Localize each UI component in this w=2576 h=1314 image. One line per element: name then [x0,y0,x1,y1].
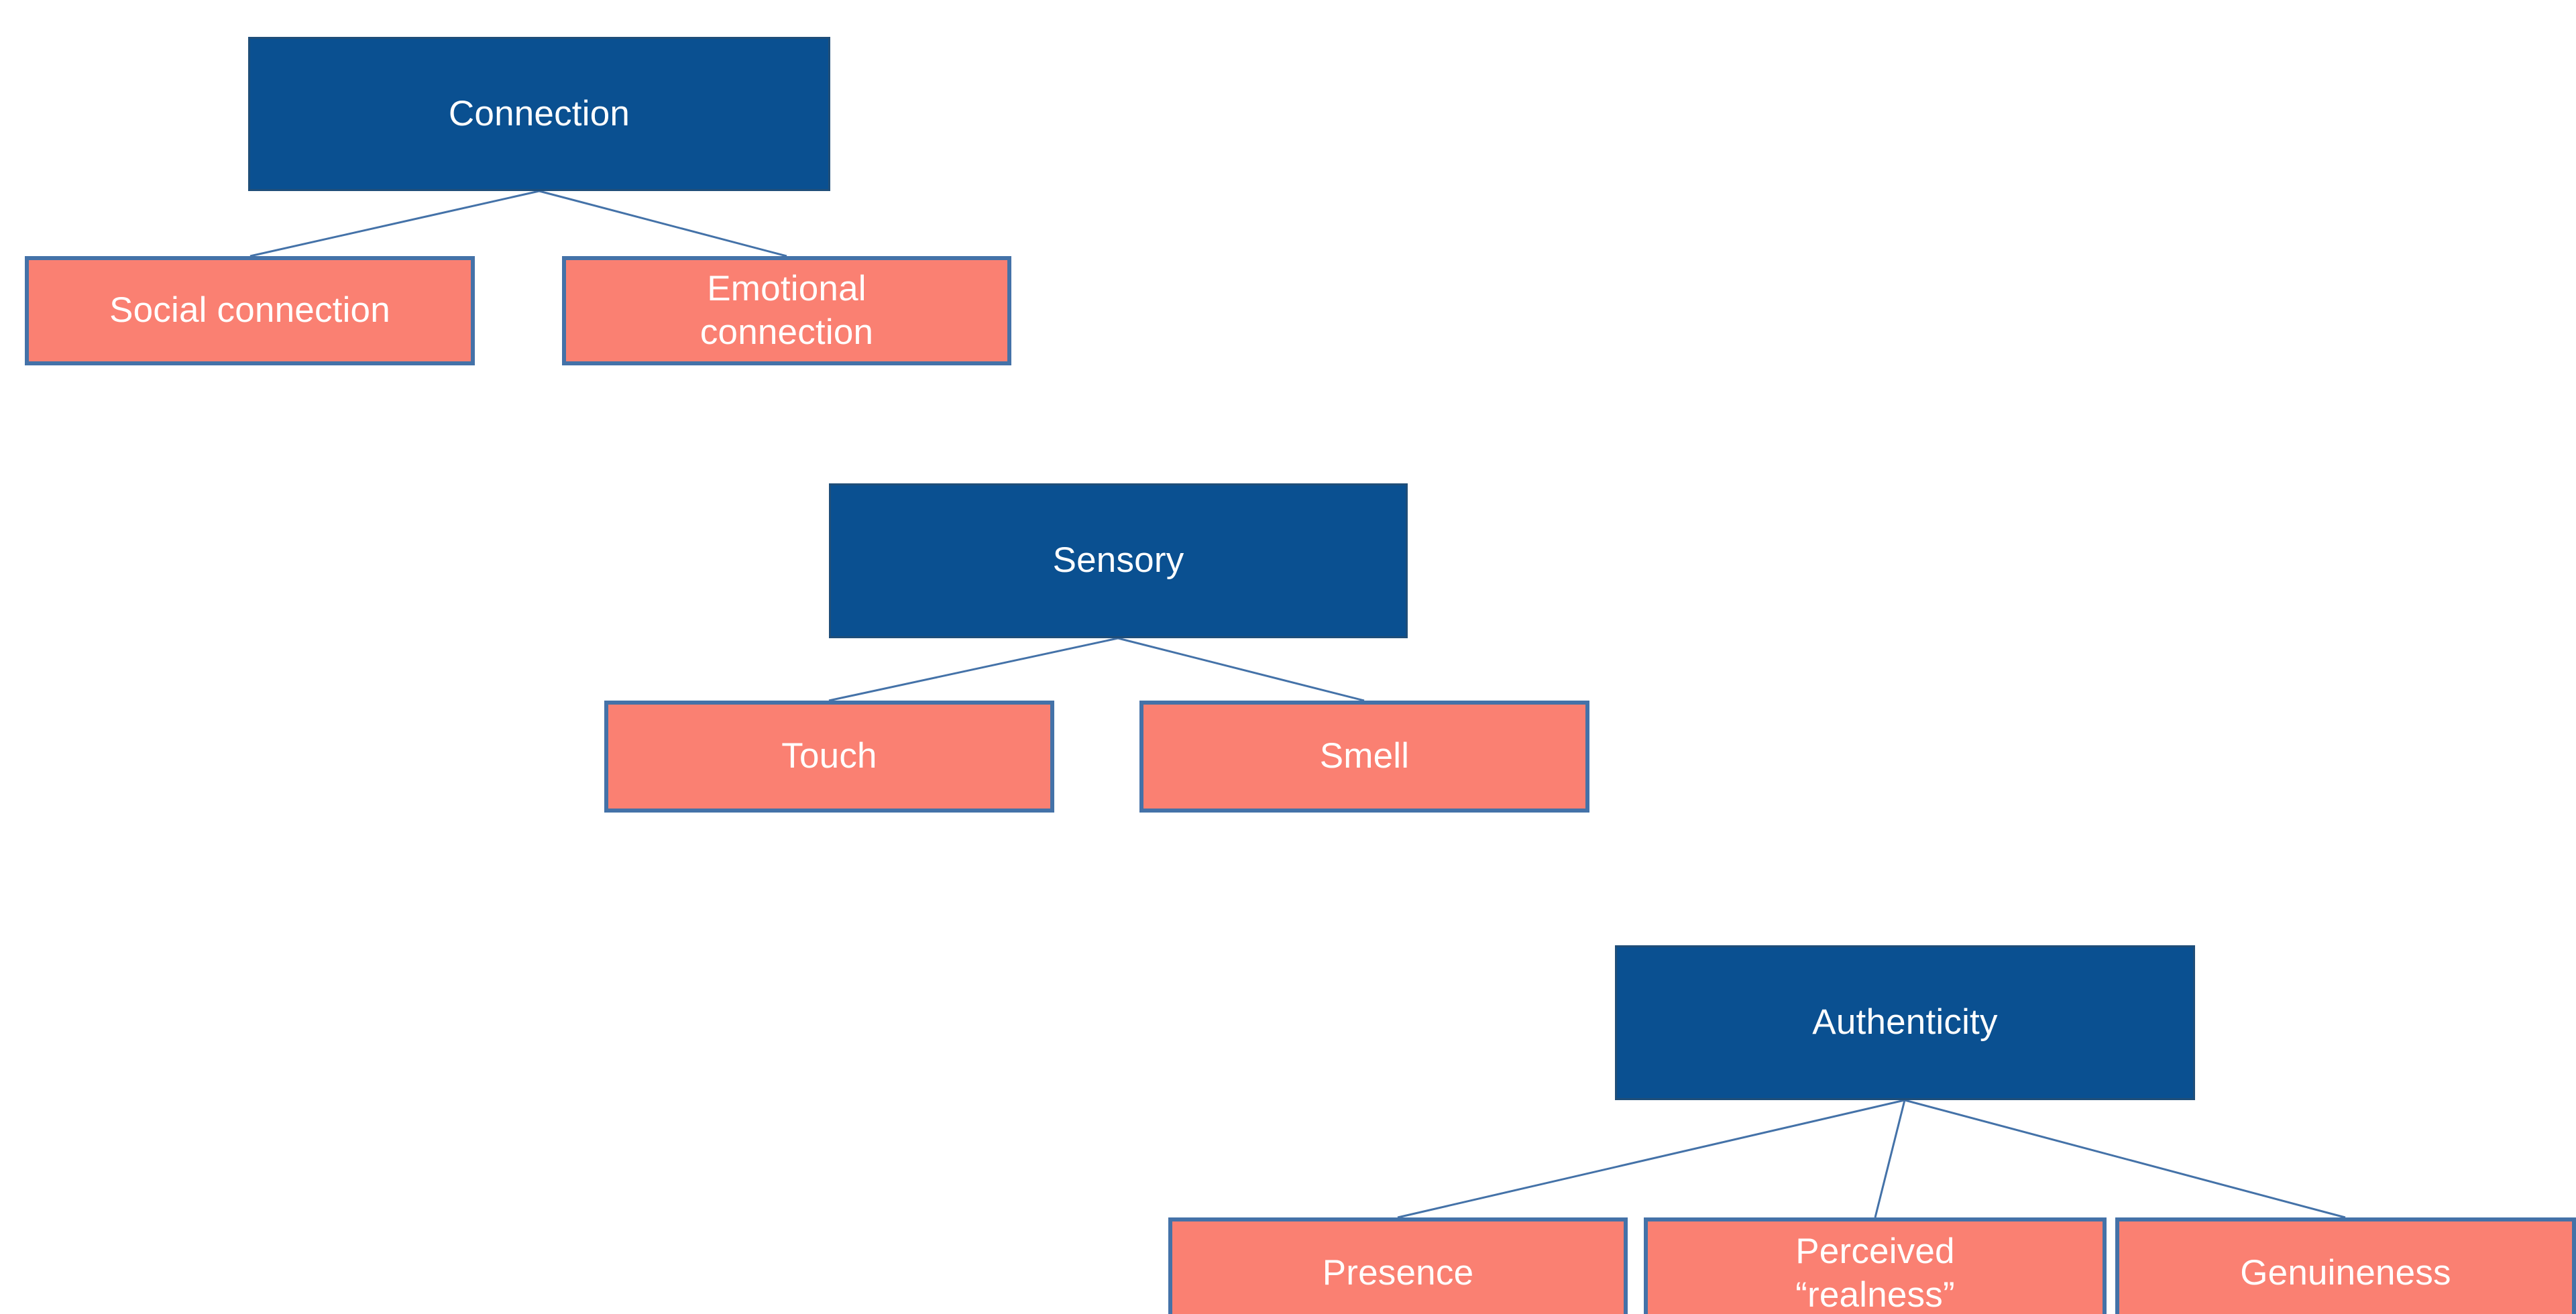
edge-connection-to-social-connection [249,190,540,257]
edge-sensory-to-touch [828,637,1119,702]
node-touch[interactable]: Touch [604,701,1054,813]
edge-authenticity-to-perceived-realness [1874,1099,1906,1218]
node-smell[interactable]: Smell [1139,701,1589,813]
edge-connection-to-emotional-connection [539,190,787,257]
node-social-connection[interactable]: Social connection [25,256,475,365]
node-authenticity-label: Authenticity [1812,1002,1998,1042]
node-emotional-connection-label: Emotional connection [699,268,874,352]
node-presence-label: Presence [1322,1253,1474,1293]
node-perceived-realness-label: Perceived “realness” [1795,1231,1955,1314]
node-genuineness-label: Genuineness [2240,1253,2451,1293]
edge-authenticity-to-presence [1397,1099,1905,1219]
edge-authenticity-to-genuineness [1904,1099,2346,1219]
node-genuineness[interactable]: Genuineness [2115,1217,2576,1314]
node-sensory[interactable]: Sensory [829,483,1408,638]
node-presence[interactable]: Presence [1168,1217,1628,1314]
node-sensory-label: Sensory [1052,540,1184,581]
edge-sensory-to-smell [1117,637,1365,702]
node-connection[interactable]: Connection [248,37,830,191]
diagram-canvas: Connection Social connection Emotional c… [0,0,2576,1314]
node-touch-label: Touch [781,736,877,776]
connector-edges [249,190,2346,1219]
node-authenticity[interactable]: Authenticity [1615,945,2195,1100]
node-social-connection-label: Social connection [109,290,390,331]
node-connection-label: Connection [448,93,630,133]
node-smell-label: Smell [1319,736,1410,776]
node-perceived-realness[interactable]: Perceived “realness” [1644,1217,2107,1314]
node-emotional-connection[interactable]: Emotional connection [562,256,1011,365]
